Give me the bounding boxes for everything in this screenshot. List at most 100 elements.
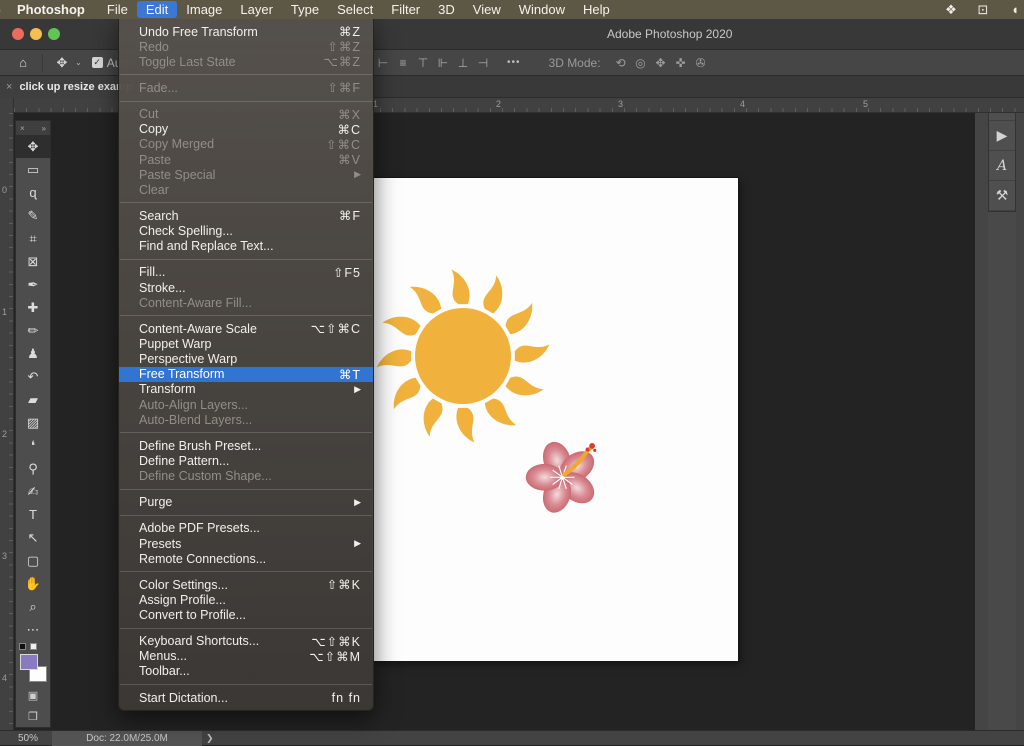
- menu-item-stroke[interactable]: Stroke...: [119, 280, 373, 295]
- default-colors-icon[interactable]: [19, 643, 47, 653]
- chevron-down-icon[interactable]: ⌄: [75, 58, 82, 67]
- quick-mask-icon[interactable]: ▣: [16, 685, 50, 706]
- menu-item-puppet-warp[interactable]: Puppet Warp: [119, 336, 373, 351]
- close-window-button[interactable]: [12, 28, 24, 40]
- menubar-item-filter[interactable]: Filter: [382, 1, 429, 18]
- menu-item-presets[interactable]: Presets▶: [119, 536, 373, 551]
- move-tool[interactable]: ✥: [16, 135, 50, 158]
- status-chevron-icon[interactable]: ❯: [206, 733, 214, 744]
- auto-select-checkbox[interactable]: ✓: [92, 57, 103, 68]
- align-horizontal-centers-icon[interactable]: ≡: [393, 56, 413, 70]
- align-left-edges-icon[interactable]: ⊢: [373, 56, 393, 70]
- menu-item-toolbar[interactable]: Toolbar...: [119, 664, 373, 679]
- menu-item-assign-profile[interactable]: Assign Profile...: [119, 592, 373, 607]
- hand-tool[interactable]: ✋: [16, 572, 50, 595]
- menu-item-check-spelling[interactable]: Check Spelling...: [119, 224, 373, 239]
- menu-item-convert-to-profile[interactable]: Convert to Profile...: [119, 608, 373, 623]
- dodge-tool[interactable]: ⚲: [16, 457, 50, 480]
- menu-item-adobe-pdf-presets[interactable]: Adobe PDF Presets...: [119, 521, 373, 536]
- type-tool[interactable]: T: [16, 503, 50, 526]
- zoom-level-field[interactable]: 50%: [18, 733, 38, 744]
- tool-presets-panel-icon[interactable]: ⚒: [989, 181, 1015, 211]
- zoom-window-button[interactable]: [48, 28, 60, 40]
- menu-item-free-transform[interactable]: Free Transform⌘T: [119, 367, 373, 382]
- path-selection-tool[interactable]: ↖: [16, 526, 50, 549]
- slide-3d-icon[interactable]: ✜: [671, 56, 691, 70]
- crop-tool[interactable]: ⌗: [16, 227, 50, 250]
- display-icon[interactable]: ⊡: [974, 2, 992, 18]
- minimize-window-button[interactable]: [30, 28, 42, 40]
- eraser-tool[interactable]: ▰: [16, 388, 50, 411]
- menu-item-copy[interactable]: Copy⌘C: [119, 122, 373, 137]
- dropbox-icon[interactable]: ❖: [942, 2, 960, 18]
- menu-item-keyboard-shortcuts[interactable]: Keyboard Shortcuts...⌥⇧⌘K: [119, 634, 373, 649]
- clone-stamp-tool[interactable]: ♟: [16, 342, 50, 365]
- brush-tool[interactable]: ✏: [16, 319, 50, 342]
- menubar-item-view[interactable]: View: [464, 1, 510, 18]
- menubar-item-3d[interactable]: 3D: [429, 1, 464, 18]
- sun-graphic[interactable]: [367, 260, 559, 452]
- gradient-tool[interactable]: ▨: [16, 411, 50, 434]
- menu-item-search[interactable]: Search⌘F: [119, 208, 373, 223]
- menubar-item-edit[interactable]: Edit: [137, 1, 177, 18]
- hibiscus-flower-graphic[interactable]: [522, 428, 612, 514]
- menubar-item-window[interactable]: Window: [510, 1, 574, 18]
- close-tab-icon[interactable]: ×: [6, 81, 12, 93]
- menu-item-start-dictation[interactable]: Start Dictation...fn fn: [119, 690, 373, 705]
- rectangular-marquee-tool[interactable]: ▭: [16, 158, 50, 181]
- menu-item-find-and-replace-text[interactable]: Find and Replace Text...: [119, 239, 373, 254]
- menu-item-color-settings[interactable]: Color Settings...⇧⌘K: [119, 577, 373, 592]
- edit-toolbar-ellipsis[interactable]: ⋯: [16, 618, 50, 641]
- frame-tool[interactable]: ⊠: [16, 250, 50, 273]
- menu-item-define-pattern[interactable]: Define Pattern...: [119, 453, 373, 468]
- pan-3d-icon[interactable]: ✥: [651, 56, 671, 70]
- pen-tool[interactable]: ✍: [16, 480, 50, 503]
- object-selection-tool[interactable]: ✎: [16, 204, 50, 227]
- menubar-item-layer[interactable]: Layer: [231, 1, 282, 18]
- menu-item-remote-connections[interactable]: Remote Connections...: [119, 551, 373, 566]
- menu-item-transform[interactable]: Transform▶: [119, 382, 373, 397]
- menu-item-define-brush-preset[interactable]: Define Brush Preset...: [119, 438, 373, 453]
- roll-3d-icon[interactable]: ◎: [631, 56, 651, 70]
- menu-item-perspective-warp[interactable]: Perspective Warp: [119, 352, 373, 367]
- menubar-item-help[interactable]: Help: [574, 1, 619, 18]
- move-tool-preset-icon[interactable]: ✥: [51, 55, 73, 71]
- spot-healing-brush-tool[interactable]: ✚: [16, 296, 50, 319]
- expand-palette-icon[interactable]: »: [42, 124, 46, 133]
- menubar-item-select[interactable]: Select: [328, 1, 382, 18]
- menubar-item-file[interactable]: File: [98, 1, 137, 18]
- actions-panel-icon[interactable]: ▶: [989, 121, 1015, 151]
- distribute-centers-icon[interactable]: ⊩: [433, 56, 453, 70]
- lasso-tool[interactable]: ɋ: [16, 181, 50, 204]
- screen-mode-icon[interactable]: ❐: [16, 706, 50, 727]
- menu-item-menus[interactable]: Menus...⌥⇧⌘M: [119, 649, 373, 664]
- more-options-icon[interactable]: •••: [507, 57, 521, 68]
- foreground-color-swatch[interactable]: [20, 654, 38, 670]
- zoom-tool[interactable]: ⌕: [16, 595, 50, 618]
- history-brush-tool[interactable]: ↶: [16, 365, 50, 388]
- eyedropper-tool[interactable]: ✒: [16, 273, 50, 296]
- vertical-ruler[interactable]: 01234: [0, 113, 14, 730]
- menu-item-fill[interactable]: Fill...⇧F5: [119, 265, 373, 280]
- blur-tool[interactable]: ❛: [16, 434, 50, 457]
- menu-item-undo-free-transform[interactable]: Undo Free Transform⌘Z: [119, 24, 373, 39]
- menu-item-content-aware-scale[interactable]: Content-Aware Scale⌥⇧⌘C: [119, 321, 373, 336]
- menu-item-label: Undo Free Transform: [139, 25, 339, 39]
- orbit-3d-icon[interactable]: ⟲: [611, 56, 631, 70]
- rectangle-tool[interactable]: ▢: [16, 549, 50, 572]
- home-icon[interactable]: ⌂: [12, 55, 34, 70]
- menubar-item-photoshop[interactable]: Photoshop: [8, 1, 94, 18]
- camera-3d-icon[interactable]: ✇: [691, 56, 711, 70]
- menu-item-purge[interactable]: Purge▶: [119, 495, 373, 510]
- creative-cloud-icon[interactable]: ◖: [1006, 2, 1024, 18]
- apple-logo-icon[interactable]: ●: [0, 3, 8, 17]
- distribute-bottoms-icon[interactable]: ⊥: [453, 56, 473, 70]
- distribute-tops-icon[interactable]: ⊤: [413, 56, 433, 70]
- styles-panel-icon[interactable]: A: [989, 151, 1015, 181]
- menubar-item-image[interactable]: Image: [177, 1, 231, 18]
- options-bar-right: ⊢≡⊤⊩⊥⊣ ••• 3D Mode: ⟲◎✥✜✇: [373, 56, 711, 70]
- canvas-document[interactable]: [372, 178, 738, 661]
- menubar-item-type[interactable]: Type: [282, 1, 328, 18]
- close-palette-icon[interactable]: ×: [20, 124, 25, 133]
- distribute-spacing-icon[interactable]: ⊣: [473, 56, 493, 70]
